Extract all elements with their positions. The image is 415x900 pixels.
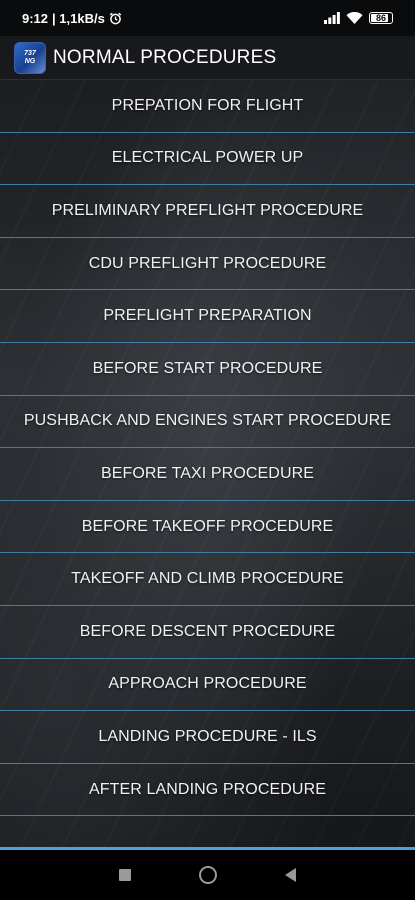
status-right: 86 [324,12,393,24]
battery-icon: 86 [369,12,393,24]
app-logo-icon: 737 NG [14,41,46,74]
list-item-electrical-power-up[interactable]: ELECTRICAL POWER UP [0,133,415,186]
list-item-takeoff-climb[interactable]: TAKEOFF AND CLIMB PROCEDURE [0,553,415,606]
page-title: NORMAL PROCEDURES [53,46,277,68]
battery-level: 86 [375,13,386,23]
list-item-prepation-for-flight[interactable]: PREPATION FOR FLIGHT [0,80,415,133]
list-item-preflight-preparation[interactable]: PREFLIGHT PREPARATION [0,290,415,343]
list-item-pushback-engines-start[interactable]: PUSHBACK AND ENGINES START PROCEDURE [0,396,415,449]
alarm-icon [109,12,122,25]
status-bar: 9:12 | 1,1kB/s 86 [0,0,415,36]
list-item-before-takeoff[interactable]: BEFORE TAKEOFF PROCEDURE [0,501,415,554]
network-speed: | 1,1kB/s [52,10,105,26]
list-item-cdu-preflight[interactable]: CDU PREFLIGHT PROCEDURE [0,238,415,291]
status-left: 9:12 | 1,1kB/s [22,11,122,26]
procedures-list[interactable]: PREPATION FOR FLIGHT ELECTRICAL POWER UP… [0,80,415,849]
back-triangle-icon[interactable] [285,868,296,882]
list-item-before-start[interactable]: BEFORE START PROCEDURE [0,343,415,396]
signal-icon [324,12,340,24]
list-item-approach[interactable]: APPROACH PROCEDURE [0,659,415,712]
list-item-landing-ils[interactable]: LANDING PROCEDURE - ILS [0,711,415,764]
list-item-preliminary-preflight[interactable]: PRELIMINARY PREFLIGHT PROCEDURE [0,185,415,238]
home-circle-icon[interactable] [199,866,217,884]
list-item-before-taxi[interactable]: BEFORE TAXI PROCEDURE [0,448,415,501]
app-logo-text-bottom: NG [24,57,36,65]
app-logo-text-top: 737 [24,49,36,57]
system-nav-bar [0,850,415,900]
recents-square-icon[interactable] [119,869,131,881]
list-item-after-landing[interactable]: AFTER LANDING PROCEDURE [0,764,415,817]
wifi-icon [346,12,363,24]
status-time: 9:12 [22,10,49,26]
list-item-before-descent[interactable]: BEFORE DESCENT PROCEDURE [0,606,415,659]
app-bar: 737 NG NORMAL PROCEDURES [0,36,415,80]
